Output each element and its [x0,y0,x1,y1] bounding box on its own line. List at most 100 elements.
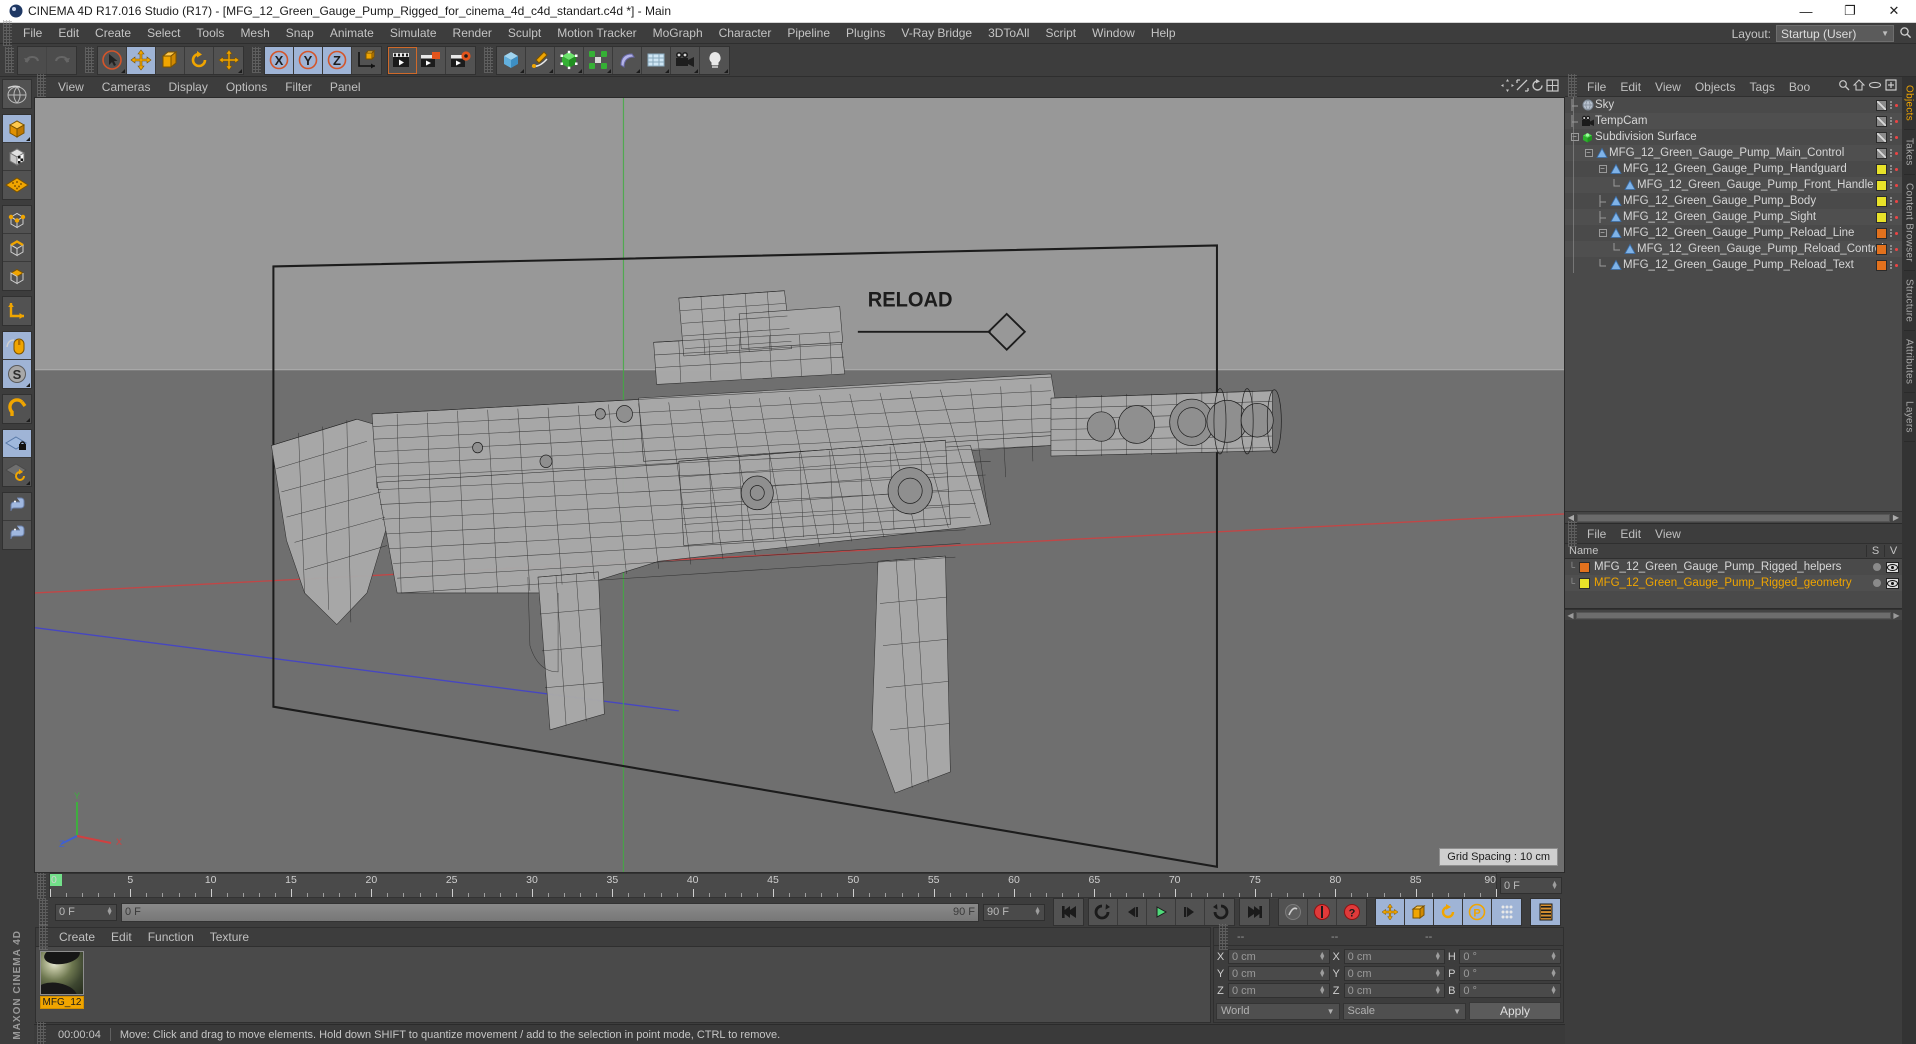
layer-manager-grip[interactable] [1568,520,1577,547]
material-menu-edit[interactable]: Edit [103,928,140,947]
render-to-picture-viewer-button[interactable] [417,46,446,74]
vertical-tab-structure[interactable]: Structure [1903,271,1915,331]
menu-file[interactable]: File [15,23,50,44]
enable-dot-icon[interactable] [1895,167,1898,171]
new-layout-icon[interactable] [1885,79,1897,94]
search-icon-objects[interactable] [1838,79,1850,94]
attr-scroll-thumb[interactable] [1576,611,1891,619]
object-tree-row[interactable]: TempCam [1565,113,1902,129]
keyframe-selection-button[interactable]: ? [1337,899,1366,925]
collapse-toggle-icon[interactable]: − [1583,149,1594,157]
pan-view-icon[interactable] [1501,79,1514,95]
toolbar-grip-2[interactable] [85,47,94,73]
add-spline-button[interactable] [526,46,555,74]
add-light-button[interactable] [700,46,729,74]
object-tree-row[interactable]: − Subdivision Surface [1565,129,1902,145]
layer-menu-edit[interactable]: Edit [1613,524,1648,544]
layer-color-swatch[interactable] [1876,227,1887,239]
key-position-button[interactable] [1376,899,1405,925]
solo-toggle-icon[interactable] [1873,579,1881,587]
viewport-menu-panel[interactable]: Panel [321,77,370,97]
solo-toggle-icon[interactable] [1873,563,1881,571]
coord-size-z-field[interactable]: 0 cm ▲ ▼ [1343,983,1446,998]
menu-mesh[interactable]: Mesh [232,23,277,44]
visibility-dots-icon[interactable] [1890,101,1892,109]
viewport-solo-button[interactable] [3,332,31,360]
viewport-menu-filter[interactable]: Filter [276,77,321,97]
coord-rot-h-field[interactable]: 0 ° ▲ ▼ [1459,949,1562,964]
go-to-start-button[interactable] [1054,899,1083,925]
layer-color-swatch[interactable] [1876,259,1887,271]
minus-icon[interactable]: − [1598,165,1607,173]
object-tree[interactable]: Sky TempCam − Subdivision Surface − MFG_12_Gr… [1565,97,1902,511]
viewport-menu-options[interactable]: Options [217,77,276,97]
object-menu-tags[interactable]: Tags [1743,77,1782,97]
menu-plugins[interactable]: Plugins [838,23,893,44]
collapse-toggle-icon[interactable]: − [1597,229,1608,237]
coord-size-x-field[interactable]: 0 cm ▲ ▼ [1343,949,1446,964]
next-frame-button[interactable] [1176,899,1205,925]
visibility-dots-icon[interactable] [1890,117,1892,125]
spinner-icon-sz[interactable]: ▲ ▼ [1434,985,1441,996]
visibility-dots-icon[interactable] [1890,165,1892,173]
enable-dot-icon[interactable] [1895,103,1898,107]
layer-color-swatch[interactable] [1579,577,1590,589]
coordinate-system-dropdown[interactable]: World ▼ [1216,1002,1340,1020]
menu-motion-tracker[interactable]: Motion Tracker [549,23,644,44]
menu-snap[interactable]: Snap [278,23,322,44]
material-manager-grip[interactable] [39,924,48,950]
layer-color-swatch[interactable] [1876,243,1887,255]
key-parameter-button[interactable]: P [1463,899,1492,925]
layer-list[interactable]: └ MFG_12_Green_Gauge_Pump_Rigged_helpers └… [1565,559,1902,608]
point-mode-button[interactable] [3,206,31,234]
key-rotation-button[interactable] [1434,899,1463,925]
spinner-icon-sx[interactable]: ▲ ▼ [1434,951,1441,962]
object-menu-view[interactable]: View [1648,77,1688,97]
record-keyframe-button[interactable] [1308,899,1337,925]
enable-dot-icon[interactable] [1895,263,1898,267]
vertical-tab-content-browser[interactable]: Content Browser [1903,175,1915,271]
enable-dot-icon[interactable] [1895,119,1898,123]
layer-row[interactable]: └ MFG_12_Green_Gauge_Pump_Rigged_geometry [1565,575,1902,591]
object-tree-row[interactable]: Sky [1565,97,1902,113]
viewport-menu-display[interactable]: Display [159,77,216,97]
enable-dot-icon[interactable] [1895,183,1898,187]
key-pla-button[interactable] [1492,899,1521,925]
layer-color-swatch[interactable] [1876,131,1887,143]
object-manager-grip[interactable] [1568,73,1577,100]
rotate-tool-button[interactable] [185,46,214,74]
spinner-icon-px[interactable]: ▲ ▼ [1319,951,1326,962]
visibility-dots-icon[interactable] [1890,181,1892,189]
timeline-controls-grip[interactable] [39,899,48,925]
add-generator-button[interactable] [555,46,584,74]
enable-axis-modification-button[interactable] [3,297,31,325]
layer-color-swatch[interactable] [1876,115,1887,127]
enable-dot-icon[interactable] [1895,215,1898,219]
layer-color-swatch[interactable] [1876,211,1887,223]
key-scale-button[interactable] [1405,899,1434,925]
vertical-tab-attributes[interactable]: Attributes [1903,331,1915,394]
menu-animate[interactable]: Animate [322,23,382,44]
minus-icon[interactable]: − [1598,229,1607,237]
object-tree-row[interactable]: − MFG_12_Green_Gauge_Pump_Main_Control [1565,145,1902,161]
redo-button[interactable] [47,46,76,74]
menu-script[interactable]: Script [1037,23,1084,44]
viewport-menu-cameras[interactable]: Cameras [93,77,160,97]
toolbar-grip[interactable] [5,47,14,73]
enable-dot-icon[interactable] [1895,199,1898,203]
select-tool-button[interactable] [98,46,127,74]
scale-tool-button[interactable] [156,46,185,74]
python-script-button-2[interactable] [3,521,31,549]
visibility-dots-icon[interactable] [1890,261,1892,269]
layer-color-swatch[interactable] [1876,195,1887,207]
collapse-toggle-icon[interactable]: − [1569,133,1580,141]
timeline-range-slider[interactable]: 0 F 90 F [121,902,979,922]
coord-pos-x-field[interactable]: 0 cm ▲ ▼ [1228,949,1330,964]
layer-color-swatch[interactable] [1876,99,1887,111]
rotate-view-icon[interactable] [1531,79,1544,95]
spinner-icon-b[interactable]: ▲ ▼ [1550,985,1557,996]
render-view-button[interactable] [388,46,417,74]
timeline-ruler[interactable]: 0 5 10 15 20 25 30 35 40 45 50 55 60 65 70 75 80 85 90 [49,873,1497,898]
menu-3dtoall[interactable]: 3DToAll [980,23,1037,44]
autokey-button[interactable] [1279,899,1308,925]
